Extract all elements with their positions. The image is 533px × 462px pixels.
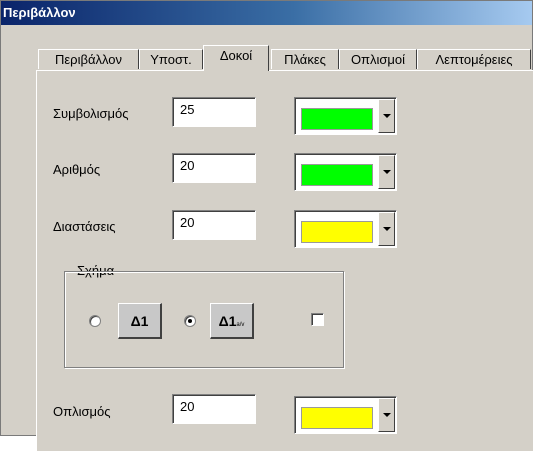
dialog-window: Περιβάλλον Περιβάλλον Υποστ. Δοκοί Πλάκε… bbox=[0, 0, 533, 451]
chevron-down-icon bbox=[383, 114, 391, 118]
number-color-select[interactable] bbox=[294, 153, 397, 191]
dimensions-input[interactable]: 20 bbox=[172, 210, 256, 240]
radio-selected-dot bbox=[188, 319, 192, 323]
tab-slabs[interactable]: Πλάκες bbox=[271, 49, 339, 69]
symbolism-input[interactable]: 25 bbox=[172, 97, 256, 127]
shape-checkbox[interactable] bbox=[311, 313, 324, 326]
symbol-sub-label: a/v bbox=[236, 322, 245, 328]
title-bar[interactable]: Περιβάλλον bbox=[1, 1, 532, 25]
symbol-label: Δ1 bbox=[218, 313, 237, 329]
shape-option-2-radio[interactable] bbox=[184, 315, 196, 327]
number-label: Αριθμός bbox=[53, 162, 101, 177]
tab-label: Πλάκες bbox=[284, 52, 326, 67]
window-title: Περιβάλλον bbox=[3, 5, 76, 20]
reinforcement-color-select[interactable] bbox=[294, 396, 397, 434]
tab-label: Δοκοί bbox=[219, 48, 253, 63]
dropdown-arrow-button[interactable] bbox=[378, 99, 395, 133]
tab-environment[interactable]: Περιβάλλον bbox=[38, 49, 139, 69]
chevron-down-icon bbox=[383, 413, 391, 417]
number-input[interactable]: 20 bbox=[172, 153, 256, 183]
shape-option-1-radio[interactable] bbox=[89, 315, 101, 327]
color-swatch bbox=[301, 108, 373, 130]
chevron-down-icon bbox=[383, 170, 391, 174]
reinforcement-label: Οπλισμός bbox=[53, 404, 111, 419]
tab-reinforcements[interactable]: Οπλισμοί bbox=[339, 49, 417, 69]
shape-groupbox bbox=[64, 271, 344, 368]
symbolism-color-select[interactable] bbox=[294, 97, 397, 135]
tab-beams[interactable]: Δοκοί bbox=[203, 45, 269, 71]
tab-details[interactable]: Λεπτομέρειες bbox=[417, 49, 531, 69]
tab-label: Υποστ. bbox=[150, 52, 192, 67]
symbolism-label: Συμβολισμός bbox=[53, 106, 129, 121]
chevron-down-icon bbox=[383, 227, 391, 231]
dimensions-label: Διαστάσεις bbox=[53, 219, 116, 234]
tab-label: Περιβάλλον bbox=[55, 52, 122, 67]
color-swatch bbox=[301, 221, 373, 243]
symbol-label: Δ1 bbox=[130, 313, 149, 329]
color-swatch bbox=[301, 407, 373, 429]
tab-supports[interactable]: Υποστ. bbox=[139, 49, 203, 69]
dropdown-arrow-button[interactable] bbox=[378, 212, 395, 246]
tab-panel-beams bbox=[36, 70, 533, 451]
dimensions-color-select[interactable] bbox=[294, 210, 397, 248]
shape-option-1-button[interactable]: Δ1 bbox=[118, 303, 162, 339]
tab-label: Λεπτομέρειες bbox=[435, 52, 513, 67]
reinforcement-input[interactable]: 20 bbox=[172, 394, 256, 424]
dropdown-arrow-button[interactable] bbox=[378, 155, 395, 189]
shape-option-2-button[interactable]: Δ1a/v bbox=[210, 303, 254, 339]
dropdown-arrow-button[interactable] bbox=[378, 398, 395, 432]
tab-label: Οπλισμοί bbox=[350, 52, 406, 67]
color-swatch bbox=[301, 164, 373, 186]
